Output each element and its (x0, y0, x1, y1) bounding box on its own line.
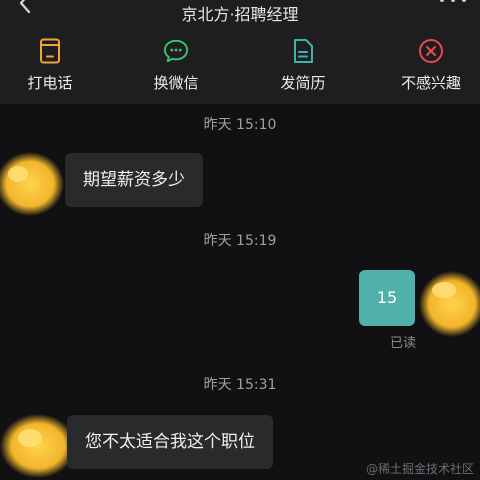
call-button[interactable]: 打电话 (0, 38, 100, 100)
more-dot-icon (451, 0, 455, 2)
message-bubble[interactable]: 您不太适合我这个职位 (67, 415, 273, 469)
not-interested-button[interactable]: 不感兴趣 (381, 38, 480, 100)
not-interested-label: 不感兴趣 (400, 74, 461, 92)
message-bubble[interactable]: 期望薪资多少 (65, 153, 203, 207)
message-list[interactable]: 昨天 15:10 期望薪资多少 昨天 15:19 15 已读 昨天 15:31 … (0, 104, 480, 480)
more-button[interactable] (440, 0, 466, 6)
chat-title: 京北方·招聘经理 (181, 5, 299, 24)
not-interested-icon (418, 38, 444, 64)
more-dot-icon (462, 0, 466, 2)
message-timestamp: 昨天 15:19 (203, 233, 277, 249)
blurred-avatar-icon (0, 152, 64, 216)
chat-screen: 京北方·招聘经理 打电话 换微信 发简历 不感兴趣 昨天 15:10 期望薪资多… (0, 0, 480, 480)
message-timestamp: 昨天 15:10 (203, 117, 277, 133)
my-avatar[interactable] (416, 268, 480, 338)
recruiter-avatar[interactable] (0, 148, 66, 218)
send-resume-button[interactable]: 发简历 (253, 38, 353, 100)
action-bar: 打电话 换微信 发简历 不感兴趣 (0, 38, 480, 100)
blurred-avatar-icon (419, 271, 480, 337)
message-timestamp: 昨天 15:31 (203, 377, 277, 393)
phone-icon (37, 38, 63, 64)
resume-icon (290, 38, 316, 64)
read-status: 已读 (390, 336, 417, 351)
recruiter-avatar[interactable] (0, 408, 76, 478)
more-dot-icon (440, 0, 444, 2)
chat-header: 京北方·招聘经理 打电话 换微信 发简历 不感兴趣 (0, 0, 480, 104)
my-message-bubble[interactable]: 15 (359, 270, 415, 326)
exchange-wechat-label: 换微信 (153, 74, 199, 92)
call-label: 打电话 (27, 74, 73, 92)
watermark: @稀土掘金技术社区 (365, 462, 474, 476)
send-resume-label: 发简历 (280, 74, 326, 92)
wechat-icon (163, 38, 189, 64)
exchange-wechat-button[interactable]: 换微信 (126, 38, 226, 100)
